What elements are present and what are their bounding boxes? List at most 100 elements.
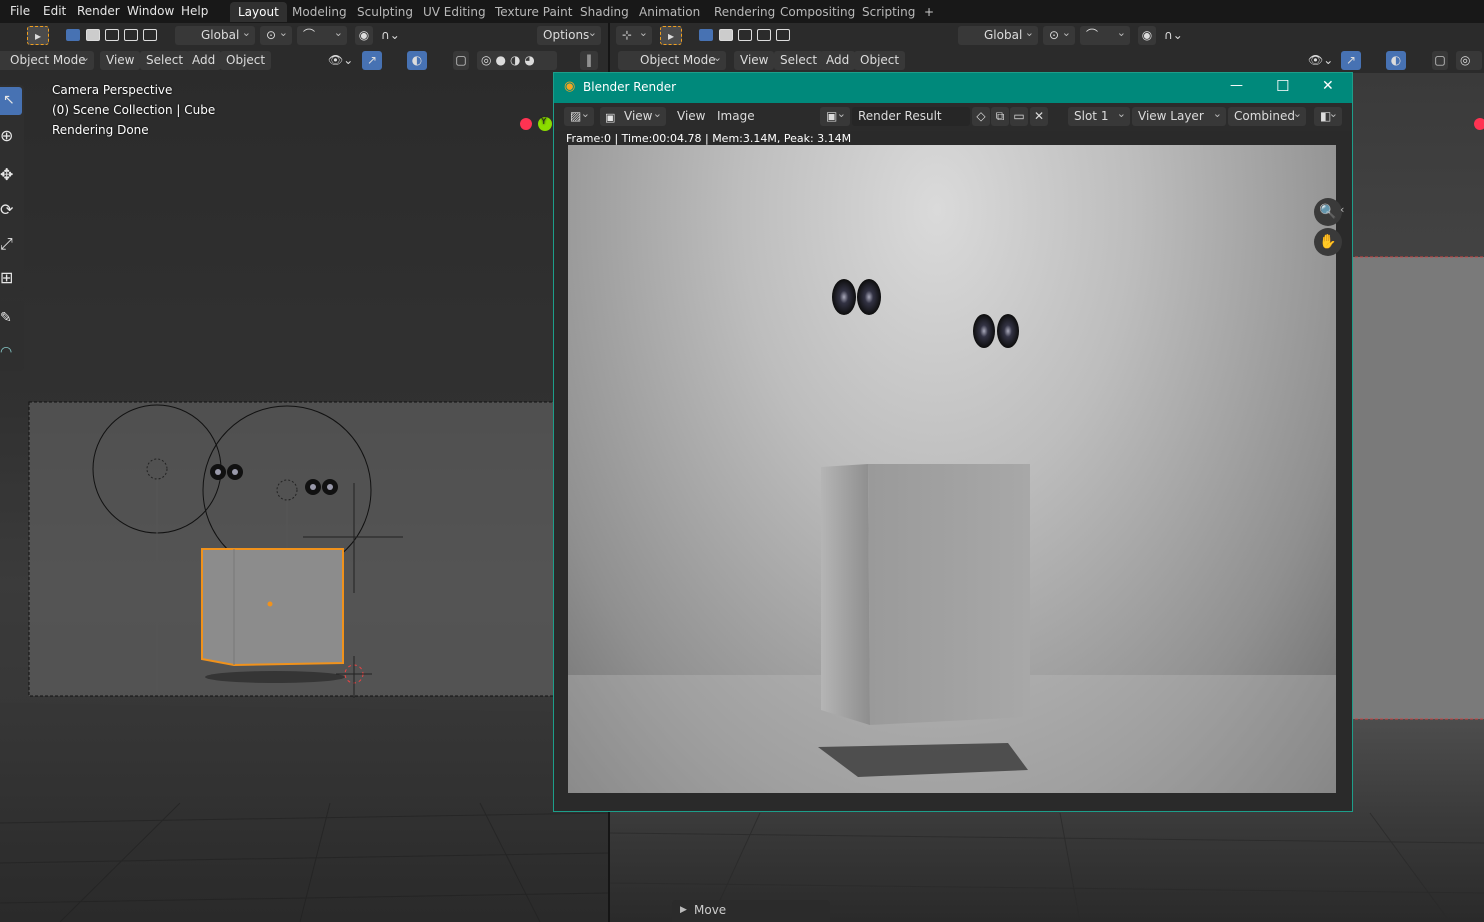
snap-icon[interactable]: ⌒ (297, 23, 347, 45)
new-image-icon[interactable]: ⧉ (991, 107, 1009, 126)
tab-compositing[interactable]: Compositing (772, 2, 863, 22)
transform-tool-icon[interactable]: ⊞ (0, 263, 22, 291)
select-menu-right[interactable]: Select (774, 51, 824, 70)
menu-edit[interactable]: Edit (37, 2, 72, 20)
pause-render-icon[interactable]: ‖ (580, 51, 598, 70)
xray-icon-right[interactable]: ▢ (1432, 51, 1448, 70)
visibility-icon-right[interactable]: 👁⌄ (1302, 51, 1339, 70)
menu-render[interactable]: Render (71, 2, 126, 20)
tab-layout[interactable]: Layout (230, 2, 287, 22)
orientation-dropdown[interactable]: Global (175, 23, 255, 45)
shading-modes-icon[interactable]: ◎●◑◕ (477, 51, 557, 70)
tab-sculpting[interactable]: Sculpting (349, 2, 421, 22)
close-button[interactable]: ✕ (1322, 78, 1334, 94)
tab-uv-editing[interactable]: UV Editing (415, 2, 494, 22)
image-mode-icon: ▣ (605, 111, 616, 124)
select-subtract-icon[interactable] (105, 29, 119, 41)
cursor-tool-icon[interactable]: ⊕ (0, 121, 22, 149)
visibility-icon[interactable]: 👁⌄ (322, 51, 359, 70)
image-editor-type-icon[interactable]: ▨ (564, 104, 594, 126)
select-menu-left[interactable]: Select (140, 51, 190, 70)
zoom-icon[interactable]: 🔍 (1314, 198, 1342, 226)
viewport-left-scene (0, 73, 608, 922)
last-operator-panel[interactable]: ▶ Move (672, 900, 830, 922)
image-editor-header: ▨ View ▣ View Image ▣ Render Result ◇ ⧉ … (554, 103, 1352, 131)
snap-icon-right[interactable]: ⌒ (1080, 23, 1130, 45)
add-menu-left[interactable]: Add (186, 51, 222, 70)
shading-modes-icon-right[interactable]: ◎ (1456, 51, 1482, 70)
overlay-toggle-icon-right[interactable]: ◐ (1386, 51, 1406, 70)
maximize-button[interactable]: ☐ (1276, 77, 1289, 95)
falloff-icon[interactable]: ∩⌄ (375, 26, 406, 45)
open-image-icon[interactable]: ▭ (1010, 107, 1028, 126)
slot-dropdown[interactable]: Slot 1 (1068, 104, 1130, 126)
menu-window[interactable]: Window (121, 2, 180, 20)
editor-type-icon[interactable]: ⊹ (616, 23, 652, 45)
select-intersect-icon[interactable] (143, 29, 157, 41)
pan-hand-icon[interactable]: ✋ (1314, 228, 1342, 256)
add-workspace-button[interactable]: + (916, 2, 942, 22)
view-menu-right[interactable]: View (734, 51, 775, 70)
tab-scripting[interactable]: Scripting (854, 2, 923, 22)
move-tool-icon[interactable]: ✥ (0, 160, 22, 188)
view-menu-left[interactable]: View (100, 51, 141, 70)
render-pass-dropdown[interactable]: Combined (1228, 104, 1306, 126)
select-invert-icon-right[interactable] (757, 29, 771, 41)
display-channels-icon[interactable]: ◧ (1314, 104, 1342, 126)
mode-dropdown-right[interactable]: Object Mode (618, 48, 726, 70)
render-window-titlebar[interactable]: ◉ Blender Render — ☐ ✕ (554, 73, 1352, 103)
view-menu-render[interactable]: View (671, 107, 711, 126)
image-editor-area[interactable]: Frame:0 | Time:00:04.78 | Mem:3.14M, Pea… (554, 131, 1352, 811)
select-tool-icon[interactable]: ▸ (27, 26, 49, 45)
options-dropdown[interactable]: Options (537, 23, 601, 45)
menu-file[interactable]: File (4, 2, 36, 20)
overlay-toggle-icon[interactable]: ◐ (407, 51, 427, 70)
viewport-left[interactable]: Y Camera Perspective (0) Scene Collectio… (0, 73, 608, 922)
select-new-icon-right[interactable] (699, 29, 713, 41)
select-extend-icon[interactable] (86, 29, 100, 41)
xray-icon[interactable]: ▢ (453, 51, 469, 70)
gizmo-toggle-icon-right[interactable]: ↗ (1341, 51, 1361, 70)
menu-help[interactable]: Help (175, 2, 214, 20)
select-tool-icon-right[interactable]: ▸ (660, 26, 682, 45)
select-intersect-icon-right[interactable] (776, 29, 790, 41)
object-menu-right[interactable]: Object (854, 51, 906, 70)
tab-animation[interactable]: Animation (631, 2, 708, 22)
measure-tool-icon[interactable]: ◠ (0, 339, 22, 367)
pivot-icon-right[interactable]: ⊙ (1043, 23, 1075, 45)
rotate-tool-icon[interactable]: ⟳ (0, 195, 22, 223)
orientation-dropdown-right[interactable]: Global (958, 23, 1038, 45)
viewport-camera-label: Camera Perspective (52, 83, 173, 97)
unlink-image-icon[interactable]: ✕ (1030, 107, 1048, 126)
select-subtract-icon-right[interactable] (738, 29, 752, 41)
viewport-collection-label: (0) Scene Collection | Cube (52, 103, 216, 117)
expand-arrow-icon[interactable]: ▶ (680, 905, 687, 915)
tab-modeling[interactable]: Modeling (284, 2, 355, 22)
view-layer-dropdown[interactable]: View Layer (1132, 104, 1226, 126)
sidebar-toggle-icon[interactable]: ‹ (1340, 203, 1344, 216)
add-menu-right[interactable]: Add (820, 51, 856, 70)
scale-tool-icon[interactable]: ⤢ (0, 229, 22, 257)
render-result-image (568, 145, 1336, 793)
select-invert-icon[interactable] (124, 29, 138, 41)
image-menu-render[interactable]: Image (711, 107, 761, 126)
viewport-header-left: Object Mode View Select Add Object 👁⌄ ↗ … (0, 48, 608, 73)
fake-user-icon[interactable]: ◇ (972, 107, 990, 126)
browse-image-icon[interactable]: ▣ (820, 104, 850, 126)
proportional-edit-icon[interactable]: ◉ (355, 26, 373, 45)
render-result-scene (568, 279, 1336, 793)
proportional-edit-icon-right[interactable]: ◉ (1138, 26, 1156, 45)
object-menu-left[interactable]: Object (220, 51, 272, 70)
gizmo-toggle-icon[interactable]: ↗ (362, 51, 382, 70)
select-new-icon[interactable] (66, 29, 80, 41)
select-extend-icon-right[interactable] (719, 29, 733, 41)
annotate-tool-icon[interactable]: ✎ (0, 305, 22, 333)
image-name-field[interactable]: Render Result (852, 107, 970, 126)
pivot-icon[interactable]: ⊙ (260, 23, 292, 45)
mode-dropdown-left[interactable]: Object Mode (0, 48, 94, 70)
tab-texture-paint[interactable]: Texture Paint (487, 2, 580, 22)
tab-shading[interactable]: Shading (572, 2, 637, 22)
select-box-tool-icon[interactable]: ↖ (0, 87, 22, 115)
minimize-button[interactable]: — (1230, 78, 1243, 93)
falloff-icon-right[interactable]: ∩⌄ (1158, 26, 1189, 45)
